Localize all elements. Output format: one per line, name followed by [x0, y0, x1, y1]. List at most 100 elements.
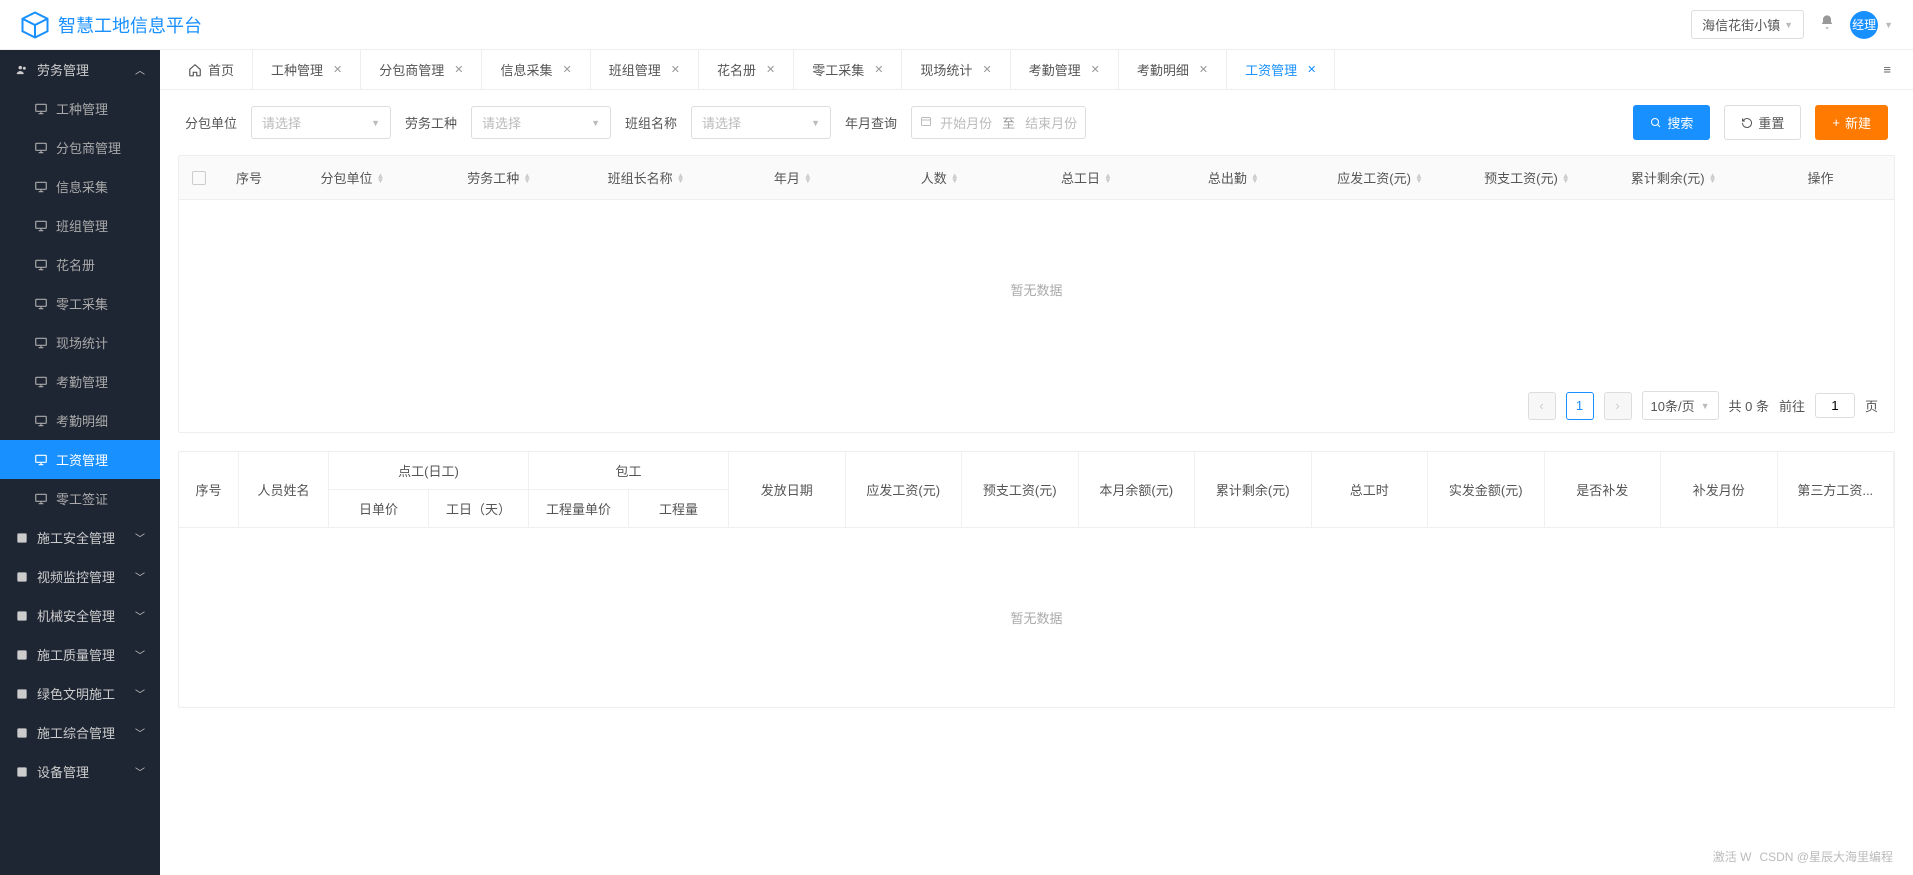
close-icon[interactable]: ✕	[766, 63, 775, 76]
page-goto-input[interactable]	[1815, 393, 1855, 418]
checkbox-all[interactable]	[179, 156, 219, 199]
sidebar-group-label: 绿色文明施工	[37, 684, 115, 703]
table-column-header[interactable]: 分包单位▲▼	[279, 156, 426, 199]
page-next[interactable]: ›	[1604, 392, 1632, 420]
tab[interactable]: 零工采集✕	[794, 50, 902, 89]
sidebar-item-label: 现场统计	[56, 333, 108, 352]
select-subunit[interactable]: 请选择 ▼	[251, 106, 391, 139]
sidebar-item-label: 工资管理	[56, 450, 108, 469]
chevron-up-icon: ︿	[135, 62, 145, 77]
bell-icon[interactable]	[1819, 14, 1835, 35]
tab[interactable]: 工种管理✕	[253, 50, 361, 89]
sidebar-item-label: 分包商管理	[56, 138, 121, 157]
table-column-header[interactable]: 班组长名称▲▼	[573, 156, 720, 199]
sidebar-item[interactable]: 工种管理	[0, 89, 160, 128]
page-number[interactable]: 1	[1566, 392, 1594, 420]
sort-icon: ▲▼	[1562, 173, 1570, 183]
close-icon[interactable]: ✕	[1199, 63, 1208, 76]
sidebar-item[interactable]: 信息采集	[0, 167, 160, 206]
close-icon[interactable]: ✕	[333, 63, 342, 76]
chevron-down-icon: ﹀	[135, 608, 145, 623]
sidebar-item[interactable]: 分包商管理	[0, 128, 160, 167]
sidebar-item[interactable]: 考勤管理	[0, 362, 160, 401]
tab[interactable]: 考勤明细✕	[1119, 50, 1227, 89]
page-prev[interactable]: ‹	[1528, 392, 1556, 420]
sidebar-item[interactable]: 零工签证	[0, 479, 160, 518]
sidebar-group-label: 施工安全管理	[37, 528, 115, 547]
close-icon[interactable]: ✕	[874, 63, 883, 76]
page-total: 共 0 条	[1729, 396, 1769, 415]
sidebar-item-label: 工种管理	[56, 99, 108, 118]
select-labortype[interactable]: 请选择 ▼	[471, 106, 611, 139]
sort-icon: ▲▼	[804, 173, 812, 183]
page-size-select[interactable]: 10条/页 ▼	[1642, 391, 1719, 420]
tab[interactable]: 分包商管理✕	[361, 50, 482, 89]
close-icon[interactable]: ✕	[454, 63, 463, 76]
sidebar-item[interactable]: 工资管理	[0, 440, 160, 479]
new-button[interactable]: + 新建	[1815, 105, 1888, 140]
table-column-header[interactable]: 序号	[219, 156, 279, 199]
table-column-header: 总工时	[1312, 452, 1429, 528]
reset-button[interactable]: 重置	[1724, 105, 1801, 140]
table-column-header[interactable]: 人数▲▼	[866, 156, 1013, 199]
monitor-icon	[34, 102, 48, 116]
close-icon[interactable]: ✕	[563, 63, 572, 76]
close-icon[interactable]: ✕	[671, 63, 680, 76]
monitor-icon	[34, 258, 48, 272]
close-icon[interactable]: ✕	[1307, 63, 1316, 76]
tab[interactable]: 考勤管理✕	[1011, 50, 1119, 89]
table-column-header[interactable]: 年月▲▼	[719, 156, 866, 199]
sidebar-group[interactable]: 施工综合管理 ﹀	[0, 713, 160, 752]
close-icon[interactable]: ✕	[1091, 63, 1100, 76]
select-team[interactable]: 请选择 ▼	[691, 106, 831, 139]
tab[interactable]: 班组管理✕	[591, 50, 699, 89]
sidebar-group-label: 施工综合管理	[37, 723, 115, 742]
search-button[interactable]: 搜索	[1633, 105, 1710, 140]
sidebar-group[interactable]: 施工安全管理 ﹀	[0, 518, 160, 557]
user-menu[interactable]: 经理 ▼	[1850, 11, 1893, 39]
col-piece-qty: 工程量	[629, 490, 729, 528]
table-column-header: 第三方工资...	[1778, 452, 1895, 528]
col-seq: 序号	[179, 452, 239, 528]
sidebar-group-labor[interactable]: 劳务管理 ︿	[0, 50, 160, 89]
chevron-down-icon: ▼	[811, 118, 820, 128]
sidebar-item-label: 信息采集	[56, 177, 108, 196]
tab-overflow-menu[interactable]: ≡	[1871, 62, 1903, 77]
sidebar-group[interactable]: 视频监控管理﹀	[0, 557, 160, 596]
empty-state: 暂无数据	[179, 528, 1894, 707]
table-column-header[interactable]: 操作	[1747, 156, 1894, 199]
sidebar-group[interactable]: 绿色文明施工﹀	[0, 674, 160, 713]
tab[interactable]: 现场统计✕	[902, 50, 1010, 89]
table-column-header[interactable]: 预支工资(元)▲▼	[1454, 156, 1601, 199]
chevron-down-icon: ﹀	[135, 647, 145, 662]
tab[interactable]: 工资管理✕	[1227, 50, 1335, 89]
sidebar-item[interactable]: 花名册	[0, 245, 160, 284]
sidebar-group[interactable]: 机械安全管理﹀	[0, 596, 160, 635]
sort-icon: ▲▼	[1415, 173, 1423, 183]
detail-table-header: 序号 人员姓名 点工(日工) 日单价 工日（天） 包工	[179, 452, 1894, 528]
site-selector[interactable]: 海信花街小镇 ▼	[1691, 10, 1804, 39]
sidebar-item[interactable]: 考勤明细	[0, 401, 160, 440]
table-column-header[interactable]: 总工日▲▼	[1013, 156, 1160, 199]
chevron-down-icon: ﹀	[135, 725, 145, 740]
sort-icon: ▲▼	[376, 173, 384, 183]
chevron-down-icon: ﹀	[135, 530, 145, 545]
sidebar-group[interactable]: 设备管理﹀	[0, 752, 160, 791]
close-icon[interactable]: ✕	[982, 63, 991, 76]
app-header: 智慧工地信息平台 海信花街小镇 ▼ 经理 ▼	[0, 0, 1913, 50]
tab[interactable]: 首页	[170, 50, 253, 89]
sidebar-group-label: 设备管理	[37, 762, 89, 781]
table-column-header[interactable]: 应发工资(元)▲▼	[1307, 156, 1454, 199]
sidebar-group[interactable]: 施工质量管理﹀	[0, 635, 160, 674]
table-column-header[interactable]: 累计剩余(元)▲▼	[1600, 156, 1747, 199]
tab[interactable]: 信息采集✕	[482, 50, 590, 89]
tab[interactable]: 花名册✕	[699, 50, 794, 89]
empty-state: 暂无数据	[179, 200, 1894, 379]
date-range-input[interactable]: 开始月份 至 结束月份	[911, 106, 1086, 139]
table-column-header[interactable]: 劳务工种▲▼	[426, 156, 573, 199]
sidebar-item[interactable]: 现场统计	[0, 323, 160, 362]
monitor-icon	[34, 453, 48, 467]
sidebar-item[interactable]: 班组管理	[0, 206, 160, 245]
sidebar-item[interactable]: 零工采集	[0, 284, 160, 323]
table-column-header[interactable]: 总出勤▲▼	[1160, 156, 1307, 199]
